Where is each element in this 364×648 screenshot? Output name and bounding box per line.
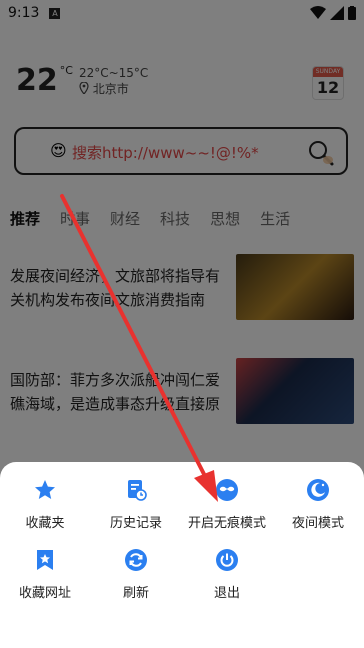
menu-label: 夜间模式 — [291, 516, 344, 531]
star-icon — [35, 480, 55, 499]
menu-label: 刷新 — [122, 586, 149, 601]
incognito-icon — [216, 479, 238, 501]
menu-label: 开启无痕模式 — [187, 516, 266, 531]
menu-label: 收藏夹 — [25, 516, 65, 531]
menu-label: 历史记录 — [109, 516, 162, 531]
history-icon — [128, 480, 147, 501]
menu-label: 收藏网址 — [18, 586, 71, 601]
menu-item-bookmark-url[interactable]: 收藏网址 — [0, 548, 90, 601]
menu-item-exit[interactable]: 退出 — [182, 548, 272, 601]
menu-item-night-mode[interactable]: 夜间模式 — [273, 478, 363, 531]
bookmark-icon — [37, 550, 53, 570]
menu-label: 退出 — [213, 586, 240, 601]
menu-item-favorites[interactable]: 收藏夹 — [0, 478, 90, 531]
menu-item-incognito[interactable]: 开启无痕模式 — [182, 478, 272, 531]
refresh-icon — [125, 549, 147, 571]
menu-item-history[interactable]: 历史记录 — [91, 478, 181, 531]
bottom-menu-sheet: 收藏夹 历史记录 开启无痕模式 夜间模式 收藏网址 刷新 退出 — [0, 462, 364, 648]
power-icon — [216, 549, 238, 571]
night-mode-icon — [307, 479, 329, 501]
menu-item-refresh[interactable]: 刷新 — [91, 548, 181, 601]
